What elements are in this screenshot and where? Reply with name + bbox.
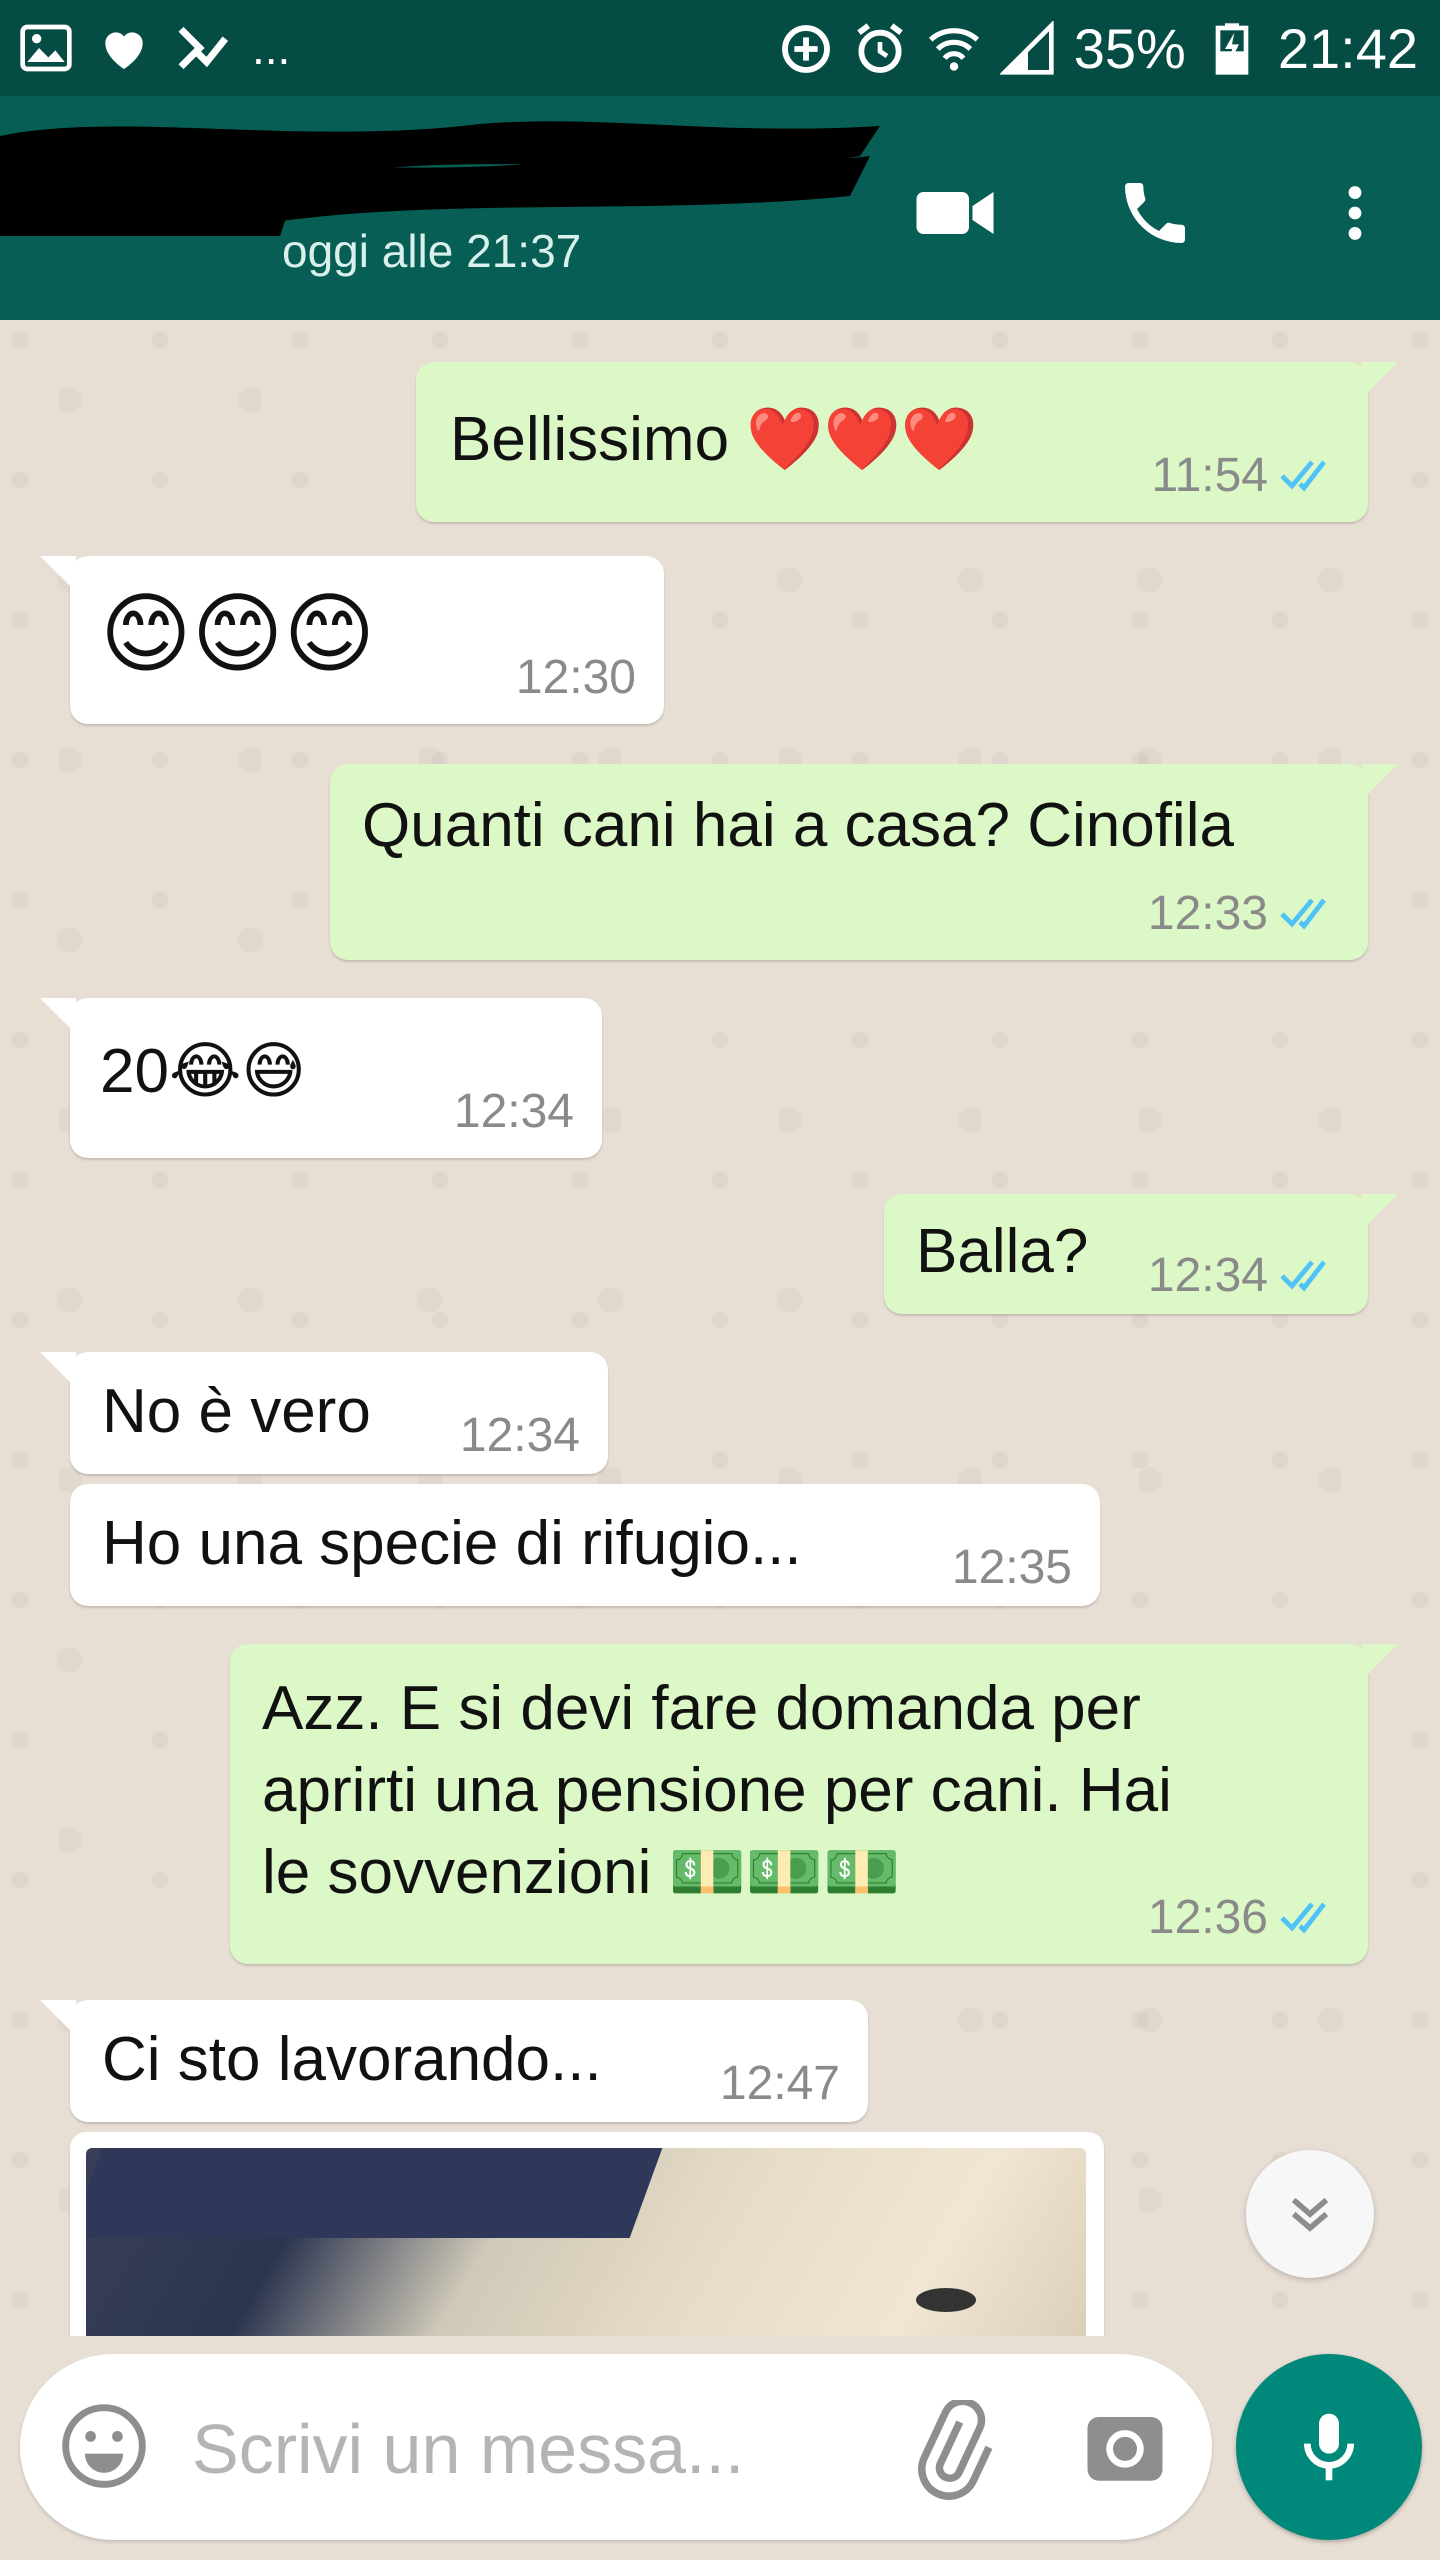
message-outgoing[interactable]: Bellissimo ❤️❤️❤️ 11:54	[416, 362, 1398, 522]
more-notifications: ...	[252, 22, 291, 74]
wifi-icon	[928, 28, 979, 71]
message-incoming[interactable]: No è vero 12:34	[40, 1352, 608, 1474]
gallery-notification-icon	[20, 24, 72, 72]
clock: 21:42	[1277, 17, 1418, 80]
check-notification-icon	[178, 26, 229, 70]
alarm-icon	[857, 23, 903, 73]
dog-photo[interactable]	[86, 2148, 1086, 2336]
message-time: 12:34	[453, 1085, 574, 1138]
message-input[interactable]	[192, 2394, 852, 2504]
read-ticks-icon	[1280, 1902, 1326, 1934]
double-chevron-down-icon	[1291, 2197, 1329, 2232]
status-bar: ... 35% 21:42	[0, 0, 1440, 96]
message-text: Ho una specie di rifugio...	[102, 1509, 802, 1578]
message-list[interactable]: Bellissimo ❤️❤️❤️ 11:54 😊😊😊 12:30 Quanti…	[0, 320, 1440, 2336]
message-time: 12:30	[515, 651, 636, 704]
video-call-button[interactable]	[910, 168, 1000, 258]
video-camera-icon	[916, 192, 994, 234]
message-text: Ci sto lavorando...	[102, 2025, 602, 2094]
attach-paperclip-icon[interactable]	[900, 2400, 1000, 2500]
message-time: 12:35	[951, 1541, 1072, 1594]
scroll-to-bottom-button[interactable]	[1246, 2150, 1374, 2278]
read-ticks-icon	[1280, 460, 1326, 492]
message-text: Bellissimo ❤️❤️❤️	[450, 405, 978, 474]
message-text: 20😂😅	[100, 1037, 307, 1106]
photo-detail	[916, 2288, 976, 2312]
image-message[interactable]	[70, 2132, 1104, 2336]
message-time: 11:54	[1151, 449, 1268, 502]
message-time: 12:34	[1147, 1249, 1268, 1302]
message-outgoing[interactable]: Balla? 12:34	[884, 1194, 1398, 1314]
voice-message-button[interactable]	[1236, 2354, 1422, 2540]
last-seen-status: oggi alle 21:37	[282, 225, 582, 277]
message-time: 12:47	[719, 2057, 840, 2110]
message-outgoing[interactable]: Quanti cani hai a casa? Cinofila 12:33	[330, 764, 1398, 960]
battery-percent: 35%	[1073, 17, 1186, 80]
message-text: Azz. E si devi fare domanda per aprirti …	[262, 1674, 1172, 1907]
battery-charging-icon	[1215, 23, 1249, 75]
message-outgoing[interactable]: Azz. E si devi fare domanda per aprirti …	[230, 1644, 1398, 1964]
emoji-button[interactable]	[58, 2400, 150, 2492]
message-incoming[interactable]: 😊😊😊 12:30	[40, 556, 664, 724]
message-incoming[interactable]: 20😂😅 12:34	[40, 998, 602, 1158]
more-options-button[interactable]	[1310, 168, 1400, 258]
phone-icon	[1125, 183, 1185, 243]
composer	[20, 2354, 1212, 2540]
message-incoming[interactable]: Ci sto lavorando... 12:47	[40, 2000, 868, 2122]
redacted-contact-name	[0, 121, 880, 236]
message-time: 12:33	[1147, 887, 1268, 940]
message-time: 12:36	[1147, 1891, 1268, 1944]
photo-shadow	[86, 2148, 663, 2238]
message-text: Balla?	[916, 1217, 1089, 1286]
message-time: 12:34	[459, 1409, 580, 1462]
message-text: No è vero	[102, 1377, 371, 1446]
signal-icon	[999, 21, 1054, 75]
kebab-menu-icon	[1348, 186, 1362, 240]
chat-header: oggi alle 21:37	[0, 96, 1440, 320]
message-text: Quanti cani hai a casa? Cinofila	[362, 791, 1234, 860]
microphone-icon	[1304, 2413, 1354, 2481]
camera-icon[interactable]	[1080, 2402, 1170, 2492]
read-ticks-icon	[1280, 1260, 1326, 1292]
message-incoming[interactable]: Ho una specie di rifugio... 12:35	[70, 1484, 1100, 1606]
heart-notification-icon	[105, 32, 143, 69]
message-text: 😊😊😊	[100, 582, 376, 685]
voice-call-button[interactable]	[1110, 168, 1200, 258]
data-saver-icon	[781, 25, 830, 73]
read-ticks-icon	[1280, 898, 1326, 930]
